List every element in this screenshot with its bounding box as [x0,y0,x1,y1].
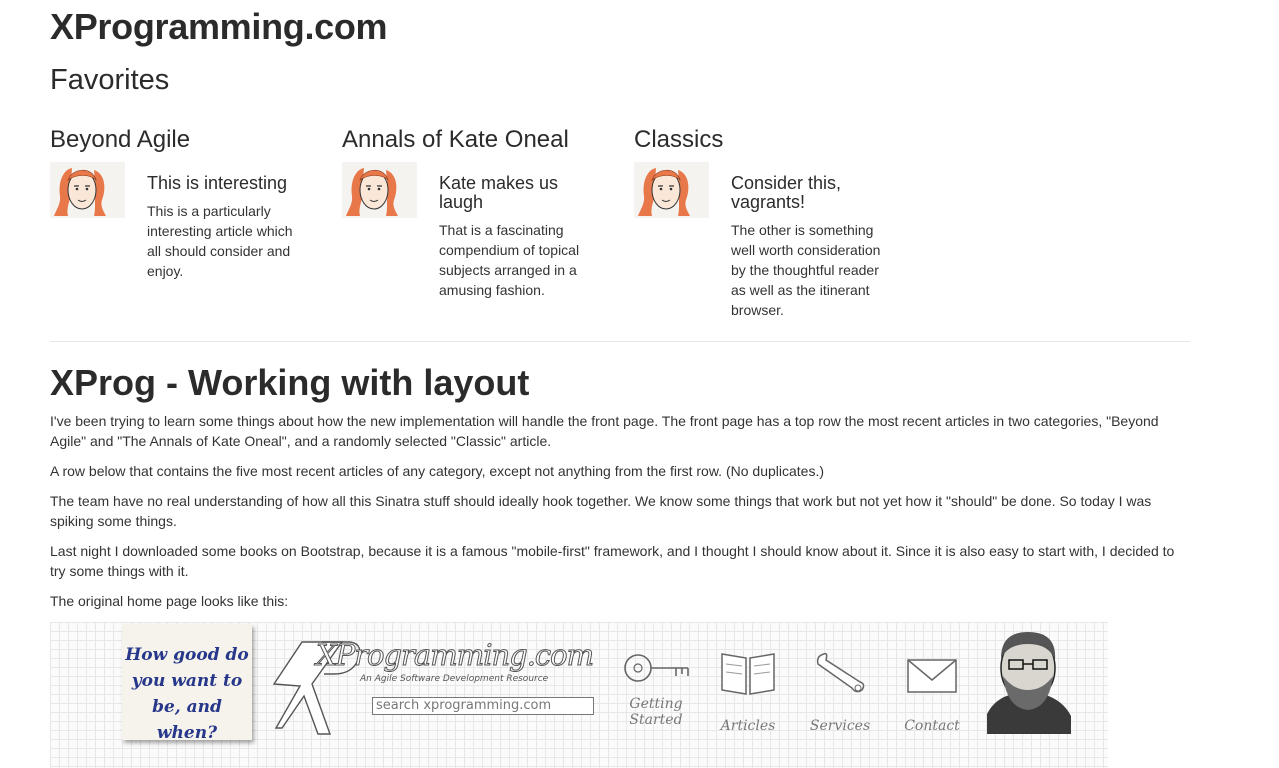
key-icon [624,654,689,682]
site-title[interactable]: XProgramming.com [50,6,388,48]
nav-articles[interactable]: Articles [708,648,788,736]
post-paragraph: Last night I downloaded some books on Bo… [50,543,1175,579]
favorite-column-classics: Classics Consider this, vagrants! The ot… [634,124,924,318]
section-divider [50,341,1190,342]
post-paragraph: I've been trying to learn some things ab… [50,413,1159,449]
category-heading[interactable]: Classics [634,124,924,156]
author-portrait [983,624,1073,734]
favorite-column-annals-of-kate-oneal: Annals of Kate Oneal Kate makes us laugh… [342,124,632,298]
article-title[interactable]: Kate makes us laugh [439,174,599,212]
logo-subtitle: An Agile Software Development Resource [360,674,549,684]
favorites-heading: Favorites [50,64,170,96]
favorite-column-beyond-agile: Beyond Agile This is interesting This is… [50,124,340,279]
wrench-icon [816,652,865,693]
article-title[interactable]: This is interesting [147,174,307,193]
article-excerpt: That is a fascinating compendium of topi… [439,222,580,298]
xprogramming-logo: XProgramming.com An Agile Software Devel… [272,630,602,740]
book-icon [721,653,775,695]
article-excerpt: The other is something well worth consid… [731,222,881,318]
nav-label: Contact [904,718,960,734]
sticky-note: How good do you want to be, and when? [122,624,252,743]
search-input[interactable]: search xprogramming.com [372,697,594,715]
author-avatar [50,162,125,218]
article-summary: This is interesting This is a particular… [147,174,307,281]
article-excerpt: This is a particularly interesting artic… [147,203,293,279]
nav-label: Getting Started [629,696,683,728]
post-paragraph: The original home page looks like this: [50,593,289,609]
nav-getting-started[interactable]: Getting Started [616,648,696,736]
post-paragraph: The team have no real understanding of h… [50,493,1152,529]
article-summary: Kate makes us laugh That is a fascinatin… [439,174,599,300]
nav-label: Articles [720,718,776,734]
article-summary: Consider this, vagrants! The other is so… [731,174,891,320]
original-home-page-image: How good do you want to be, and when? XP… [50,622,1108,768]
sticky-note-text: How good do you want to be, and when? [125,645,249,743]
article-title[interactable]: Consider this, vagrants! [731,174,891,212]
logo-wordmark: XProgramming.com [315,638,594,673]
author-avatar [342,162,417,218]
post-title[interactable]: XProg - Working with layout [50,362,529,404]
nav-services[interactable]: Services [800,648,880,736]
nav-contact[interactable]: Contact [892,648,972,736]
category-heading[interactable]: Beyond Agile [50,124,340,156]
post-paragraph: A row below that contains the five most … [50,463,824,479]
envelope-icon [907,659,957,693]
category-heading[interactable]: Annals of Kate Oneal [342,124,632,156]
nav-label: Services [809,718,871,734]
author-avatar [634,162,709,218]
